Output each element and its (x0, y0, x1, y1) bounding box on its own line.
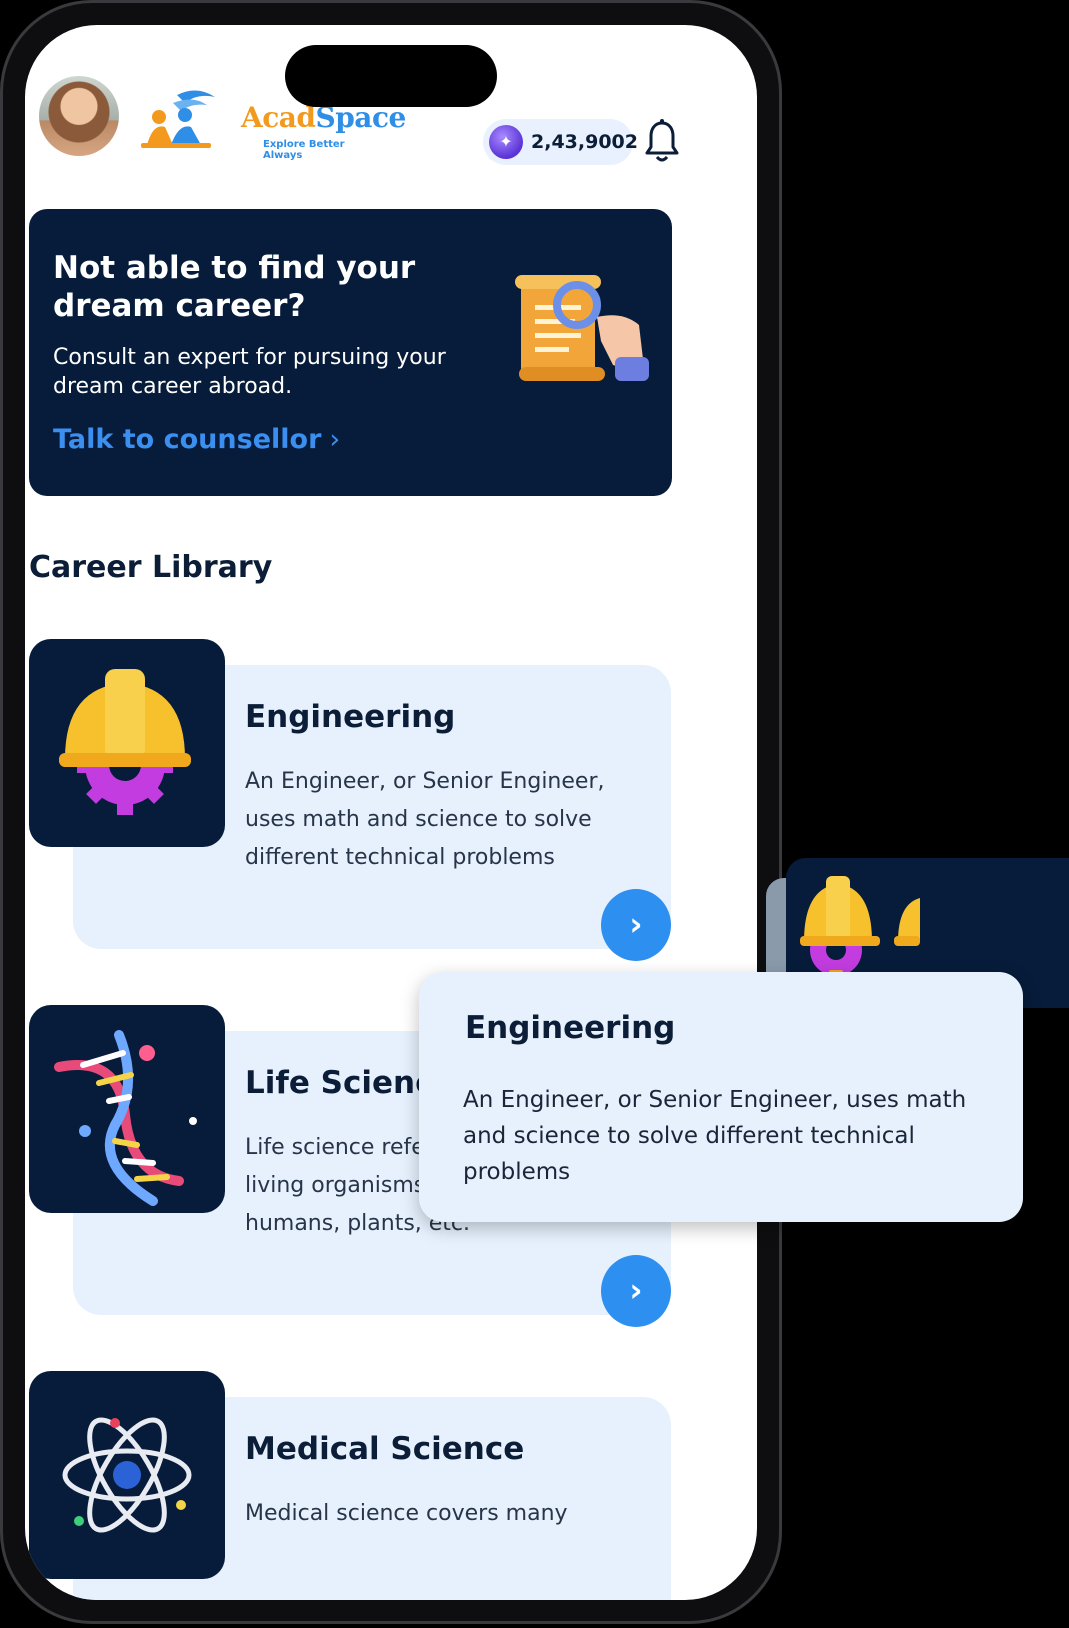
bell-icon[interactable] (645, 119, 679, 163)
phone-frame: AcadSpace Explore Better Always ✦ 2,43,9… (0, 0, 782, 1624)
logo-mark-icon (141, 90, 215, 148)
career-open-button-engineering[interactable]: › (601, 889, 671, 961)
career-icon-engineering (29, 639, 225, 847)
app-screen: AcadSpace Explore Better Always ✦ 2,43,9… (25, 25, 757, 1600)
career-title-engineering: Engineering (245, 699, 456, 735)
atom-icon (62, 1417, 192, 1533)
talk-to-counsellor-link[interactable]: Talk to counsellor › (53, 424, 340, 455)
career-open-button-life-science[interactable]: › (601, 1255, 671, 1327)
banner-subtitle: Consult an expert for pursuing your drea… (53, 345, 446, 399)
career-title-medical-science: Medical Science (245, 1431, 525, 1467)
career-library-heading: Career Library (29, 550, 273, 585)
career-desc-medical-science: Medical science covers many (245, 1501, 568, 1526)
chevron-right-icon: › (329, 424, 341, 455)
dynamic-island (285, 45, 497, 107)
career-preview-popup[interactable]: Engineering An Engineer, or Senior Engin… (419, 972, 1023, 1222)
logo-tagline: Explore Better Always (263, 139, 345, 161)
banner-title: Not able to find your dream career? (53, 250, 416, 324)
career-icon-medical-science (29, 1371, 225, 1579)
hard-hat-gear-icon (59, 669, 191, 815)
counsellor-banner: Not able to find your dream career? Cons… (29, 209, 672, 496)
avatar[interactable] (39, 76, 119, 156)
career-icon-life-science (29, 1005, 225, 1213)
document-search-illustration-icon (515, 275, 649, 381)
sparkle-coin-icon: ✦ (489, 125, 523, 159)
career-desc-engineering: An Engineer, or Senior Engineer, uses ma… (245, 769, 605, 870)
popup-title: Engineering (465, 1010, 676, 1046)
popup-description: An Engineer, or Senior Engineer, uses ma… (463, 1087, 967, 1185)
coins-value: 2,43,9002 (531, 131, 638, 153)
dna-icon (54, 1030, 197, 1206)
coins-badge[interactable]: ✦ 2,43,9002 (483, 119, 638, 165)
